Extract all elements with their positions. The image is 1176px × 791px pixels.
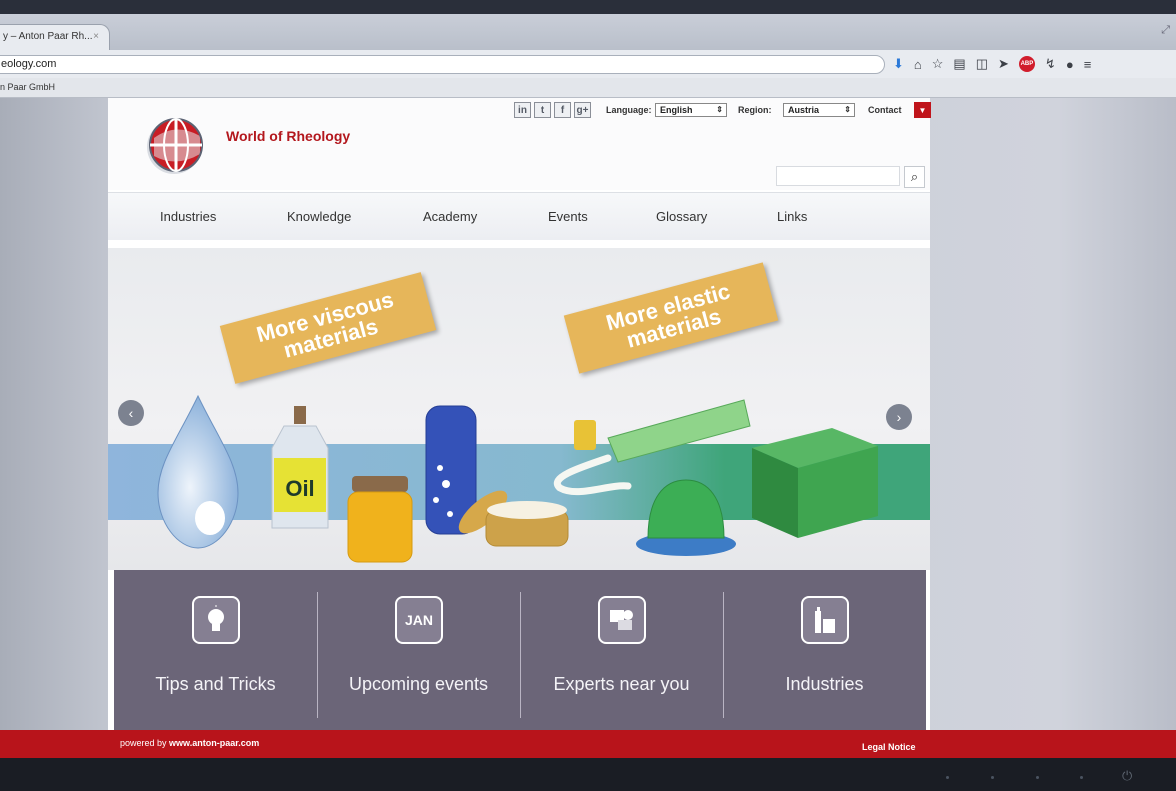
tab-close-icon[interactable]: ×: [93, 31, 99, 42]
adblock-icon[interactable]: ABP: [1018, 56, 1035, 72]
calendar-month: JAN: [404, 612, 433, 628]
bookmarks-bar: n Paar GmbH: [0, 78, 1176, 98]
power-icon[interactable]: ⏻: [1122, 768, 1132, 784]
nav-knowledge[interactable]: Knowledge: [287, 209, 351, 224]
send-icon[interactable]: ➤: [998, 56, 1009, 72]
chevron-down-icon[interactable]: ▼: [914, 102, 931, 118]
bezel-dot: [991, 776, 994, 779]
facebook-icon[interactable]: f: [554, 102, 571, 118]
search-input[interactable]: [776, 166, 900, 186]
language-label: Language:: [606, 105, 652, 115]
feature-label: Experts near you: [553, 674, 690, 694]
tab-title: y – Anton Paar Rh...: [3, 31, 93, 42]
language-value: English: [660, 105, 693, 115]
pocket-icon[interactable]: ◫: [976, 56, 988, 72]
bezel-dot: [1080, 776, 1083, 779]
website: World of Rheology in t f g+ Language: En…: [108, 98, 931, 732]
powered-prefix: powered by: [120, 738, 170, 748]
nav-academy[interactable]: Academy: [423, 209, 477, 224]
cream-top: [487, 501, 567, 519]
hero-illustration: Oil: [108, 394, 930, 563]
tube-cap: [574, 420, 596, 450]
home-icon[interactable]: ⌂: [914, 57, 922, 72]
hero-slider: Oil More viscous materials More elastic …: [108, 248, 930, 570]
contact-link[interactable]: Contact: [868, 105, 902, 115]
monitor-bezel-bottom: ⏻: [0, 758, 1176, 791]
feature-tiles: Tips and Tricks JAN Upcoming events Expe…: [114, 570, 926, 732]
honey-jar: [347, 491, 413, 563]
drop-highlight: [195, 501, 225, 535]
site-title[interactable]: World of Rheology: [226, 128, 350, 144]
googleplus-icon[interactable]: g+: [574, 102, 591, 118]
jar-lid: [352, 476, 408, 492]
reading-list-icon[interactable]: ▤: [953, 56, 965, 72]
chat-icon[interactable]: ●: [1066, 57, 1074, 72]
window-restore-icon[interactable]: ⤢: [1161, 24, 1170, 37]
oil-label-text: Oil: [285, 476, 314, 501]
calendar-icon: JAN: [395, 596, 443, 644]
feature-events[interactable]: JAN Upcoming events: [317, 570, 520, 732]
search-icon[interactable]: ⌕: [904, 166, 925, 188]
extension-icon[interactable]: ↯: [1045, 56, 1056, 72]
main-navigation: Industries Knowledge Academy Events Glos…: [108, 192, 930, 240]
browser-tab[interactable]: y – Anton Paar Rh... ×: [0, 24, 110, 50]
feature-label: Industries: [785, 674, 864, 694]
bezel-dot: [946, 776, 949, 779]
powered-by: powered by www.anton-paar.com: [120, 738, 259, 748]
nav-links[interactable]: Links: [777, 209, 807, 224]
twitter-icon[interactable]: t: [534, 102, 551, 118]
feature-industries[interactable]: Industries: [723, 570, 926, 732]
site-footer: powered by www.anton-paar.com Legal Noti…: [0, 730, 1176, 758]
language-select[interactable]: English ⇕: [655, 103, 727, 117]
nav-industries[interactable]: Industries: [160, 209, 216, 224]
map-pin-icon: [598, 596, 646, 644]
feature-label: Upcoming events: [348, 674, 489, 694]
browser-tabstrip: y – Anton Paar Rh... × ⤢: [0, 14, 1176, 50]
lightbulb-icon: [192, 596, 240, 644]
region-value: Austria: [788, 105, 820, 115]
legal-notice-link[interactable]: Legal Notice: [862, 742, 916, 752]
feature-label: Tips and Tricks: [155, 674, 276, 694]
region-label: Region:: [738, 105, 772, 115]
bezel-dot: [1036, 776, 1039, 779]
nav-events[interactable]: Events: [548, 209, 588, 224]
globe-logo-icon[interactable]: [144, 116, 208, 176]
select-arrow-icon: ⇕: [716, 105, 723, 114]
social-links: in t f g+: [514, 102, 591, 118]
feature-tips[interactable]: Tips and Tricks: [114, 570, 317, 732]
chevron-left-icon[interactable]: ‹: [118, 400, 144, 426]
monitor-bezel-top: [0, 0, 1176, 14]
bottle-cap: [294, 406, 306, 424]
region-select[interactable]: Austria ⇕: [783, 103, 855, 117]
factory-icon: [801, 596, 849, 644]
toolbar-icons: ⬇ ⌂ ☆ ▤ ◫ ➤ ABP ↯ ● ≡: [893, 54, 1091, 74]
url-bar[interactable]: eology.com: [0, 55, 885, 74]
menu-icon[interactable]: ≡: [1084, 57, 1092, 72]
site-header: World of Rheology in t f g+ Language: En…: [108, 98, 931, 190]
bookmark-item[interactable]: n Paar GmbH: [0, 82, 55, 92]
browser-navbar: eology.com ⬇ ⌂ ☆ ▤ ◫ ➤ ABP ↯ ● ≡: [0, 50, 1176, 78]
star-icon[interactable]: ☆: [932, 56, 944, 72]
download-icon[interactable]: ⬇: [893, 56, 904, 72]
chevron-right-icon[interactable]: ›: [886, 404, 912, 430]
nav-glossary[interactable]: Glossary: [656, 209, 707, 224]
select-arrow-icon: ⇕: [844, 105, 851, 114]
powered-link[interactable]: www.anton-paar.com: [169, 738, 259, 748]
feature-experts[interactable]: Experts near you: [520, 570, 723, 732]
linkedin-icon[interactable]: in: [514, 102, 531, 118]
